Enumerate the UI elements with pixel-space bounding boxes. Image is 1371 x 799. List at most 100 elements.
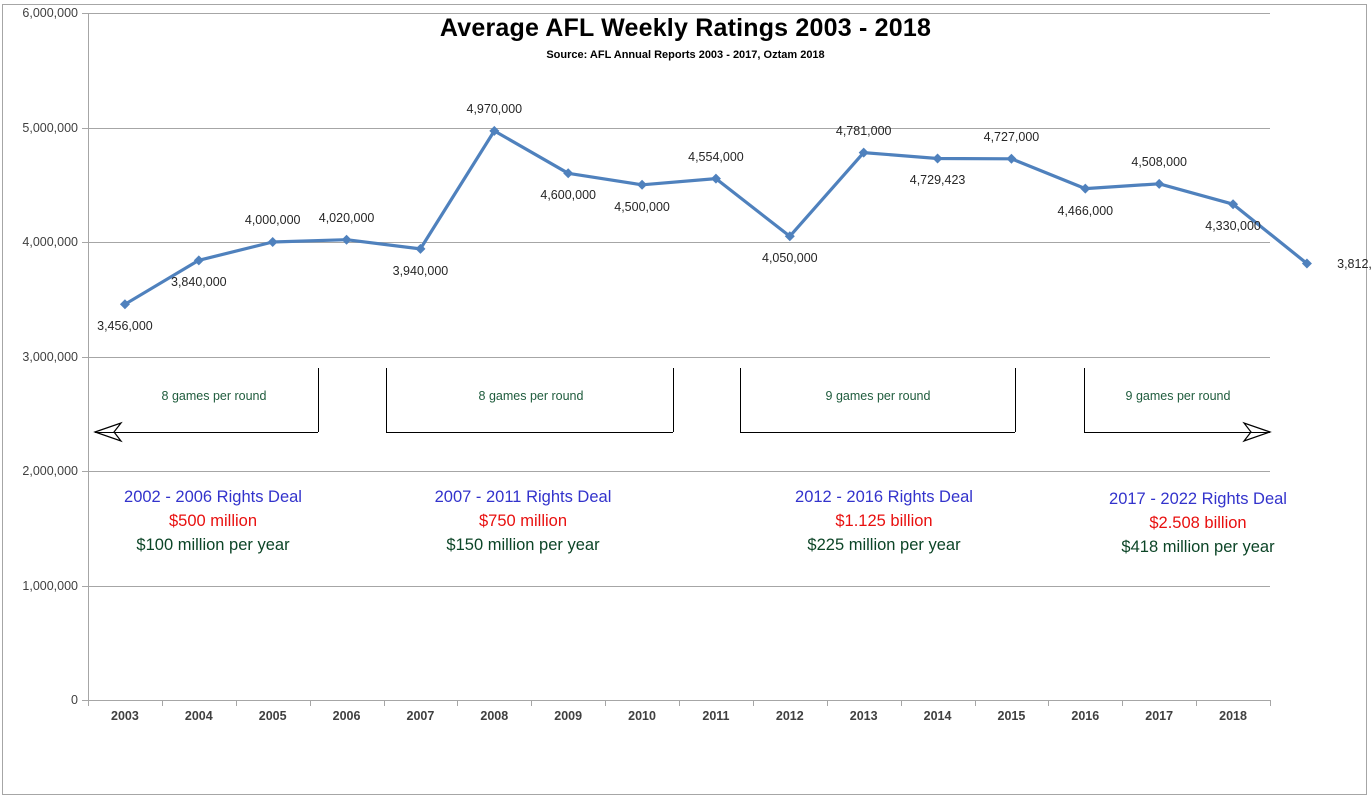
x-axis-tick — [383, 700, 385, 706]
data-point-marker — [1154, 178, 1165, 189]
bracket-left-riser — [386, 368, 387, 432]
y-axis-label: 0 — [71, 693, 78, 707]
x-axis-tick — [605, 700, 607, 706]
rights-deal-years: 2007 - 2011 Rights Deal — [434, 488, 612, 506]
data-point-label: 3,456,000 — [97, 319, 153, 334]
x-axis-label: 2004 — [184, 709, 213, 723]
x-axis-tick — [161, 700, 163, 706]
y-axis-label: 1,000,000 — [22, 578, 78, 593]
x-axis-label: 2007 — [406, 709, 435, 723]
y-axis-tick — [82, 127, 88, 129]
x-axis-tick — [1196, 700, 1198, 706]
chart-title: Average AFL Weekly Ratings 2003 - 2018 — [439, 14, 932, 42]
gridline — [88, 13, 1270, 14]
bracket-left-riser — [1084, 368, 1085, 432]
data-point-label: 4,554,000 — [688, 149, 744, 164]
x-axis-label: 2008 — [480, 709, 509, 723]
data-point-label: 3,940,000 — [392, 263, 449, 278]
gridline — [88, 127, 1270, 129]
data-point-label: 4,970,000 — [466, 101, 523, 116]
data-point-label: 4,020,000 — [318, 210, 375, 225]
afl-ratings-chart: Average AFL Weekly Ratings 2003 - 2018 S… — [0, 0, 1371, 799]
y-axis-label: 4,000,000 — [22, 235, 78, 249]
bracket-right-riser — [1015, 368, 1016, 432]
x-axis-label: 2006 — [332, 709, 361, 723]
y-axis-tick — [82, 356, 88, 358]
data-point-marker — [1228, 199, 1239, 210]
x-axis-label: 2012 — [775, 709, 804, 723]
data-point-label: 3,840,000 — [171, 275, 227, 290]
bracket-baseline — [95, 432, 318, 433]
bracket-right-riser — [318, 368, 319, 432]
data-point-label: 3,812,000 — [1337, 256, 1371, 271]
x-axis-label: 2010 — [628, 709, 656, 723]
gridline — [88, 356, 1270, 358]
x-axis-label: 2009 — [554, 709, 583, 723]
data-point-label: 4,781,000 — [835, 123, 892, 138]
data-point-label: 4,500,000 — [614, 199, 670, 214]
x-axis-tick — [900, 700, 902, 706]
bracket-baseline — [740, 432, 1015, 433]
x-axis-label: 2013 — [849, 709, 878, 723]
x-axis-label: 2016 — [1071, 709, 1100, 723]
data-point-label: 4,466,000 — [1057, 203, 1114, 218]
data-point-marker — [858, 147, 869, 158]
bracket-label: 9 games per round — [825, 389, 931, 403]
data-point-label: 4,330,000 — [1205, 219, 1261, 234]
x-axis-tick — [531, 700, 533, 706]
data-point-label: 4,600,000 — [540, 188, 596, 203]
data-point-marker — [563, 168, 574, 179]
gridline — [88, 242, 1270, 243]
x-axis-tick — [826, 700, 828, 706]
y-axis-tick — [82, 13, 88, 14]
data-point-label: 4,508,000 — [1131, 154, 1187, 169]
rights-deal-years: 2017 - 2022 Rights Deal — [1109, 490, 1287, 508]
bracket-label: 8 games per round — [161, 389, 267, 403]
bracket-label: 8 games per round — [478, 389, 584, 403]
rights-deal-amount: $750 million — [478, 511, 568, 530]
data-point-marker — [637, 179, 648, 190]
y-axis-tick — [82, 585, 88, 587]
x-axis-label: 2014 — [923, 709, 952, 723]
x-axis-label: 2015 — [997, 709, 1026, 723]
data-point-marker — [784, 231, 795, 242]
y-axis-label: 3,000,000 — [22, 349, 78, 364]
bracket-baseline — [1084, 432, 1270, 433]
x-axis-tick — [235, 700, 237, 706]
x-axis-tick — [457, 700, 459, 706]
gridline — [88, 585, 1270, 587]
x-axis-tick — [752, 700, 754, 706]
rights-deal-years: 2012 - 2016 Rights Deal — [795, 488, 973, 506]
rights-deal-block: 2002 - 2006 Rights Deal $500 million $100 … — [124, 486, 302, 558]
y-axis-label: 5,000,000 — [22, 120, 78, 135]
gridline — [88, 471, 1270, 472]
x-axis-label: 2018 — [1219, 709, 1247, 723]
data-point-marker — [932, 153, 943, 164]
y-axis-tick — [82, 242, 88, 243]
data-point-label: 4,050,000 — [762, 251, 818, 266]
rights-deal-block: 2012 - 2016 Rights Deal $1.125 billion $22… — [795, 486, 973, 558]
x-axis-tick — [1270, 700, 1271, 706]
x-axis-label: 2011 — [702, 709, 730, 723]
bracket-left-riser — [740, 368, 741, 432]
data-point-label: 4,000,000 — [244, 213, 301, 227]
chart-subtitle: Source: AFL Annual Reports 2003 - 2017, … — [546, 49, 825, 61]
x-axis-tick — [309, 700, 311, 706]
data-point-marker — [193, 255, 204, 266]
bracket-label: 9 games per round — [1125, 389, 1231, 403]
rights-deal-amount: $500 million — [168, 511, 258, 530]
x-axis-label: 2005 — [258, 709, 287, 723]
x-axis-tick — [679, 700, 680, 706]
bracket-baseline — [386, 432, 673, 433]
rights-deal-amount: $2.508 billion — [1149, 513, 1247, 532]
data-point-label: 4,729,423 — [909, 173, 966, 188]
x-axis-tick — [88, 700, 89, 706]
rights-deal-per-year: $225 million per year — [807, 535, 961, 554]
rights-deal-block: 2007 - 2011 Rights Deal $750 million $150 … — [435, 486, 612, 558]
data-point-marker — [1006, 153, 1017, 164]
x-axis-label: 2017 — [1145, 709, 1174, 723]
rights-deal-block: 2017 - 2022 Rights Deal $2.508 billion $41… — [1109, 488, 1287, 560]
rights-deal-per-year: $150 million per year — [446, 535, 600, 554]
y-axis-tick — [82, 471, 88, 472]
data-point-marker — [415, 243, 426, 254]
